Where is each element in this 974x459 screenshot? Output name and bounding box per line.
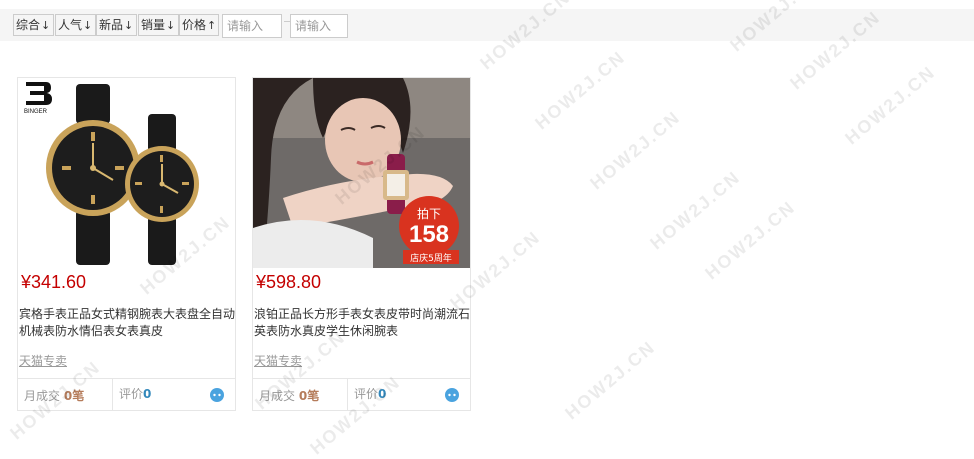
sort-label: 人气 (58, 18, 83, 32)
badge-bottom-text: 店庆5周年 (410, 252, 452, 264)
product-price: ¥341.60 (21, 272, 87, 292)
monthly-sales-value: 0笔 (298, 389, 320, 403)
wangwang-chat-icon[interactable] (444, 387, 460, 406)
product-price: ¥598.80 (256, 272, 322, 292)
watermark: HOW2J.CN (841, 61, 940, 149)
review-count[interactable]: 评价0 (112, 379, 151, 410)
shop-link[interactable]: 天猫专卖 (19, 352, 67, 369)
sort-label: 价格 (182, 18, 207, 32)
badge-top-text: 拍下 (417, 206, 441, 221)
watermark: HOW2J.CN (531, 46, 630, 134)
sort-label: 综合 (16, 18, 41, 32)
wangwang-chat-icon[interactable] (209, 387, 225, 406)
sort-popularity-button[interactable]: 人气↓ (55, 14, 96, 36)
badge-price-text: 158 (409, 221, 449, 248)
arrow-down-icon: ↓ (124, 19, 134, 32)
product-title-link[interactable]: 浪铂正品长方形手表女表皮带时尚潮流石英表防水真皮学生休闲腕表 (254, 306, 471, 340)
sort-sales-button[interactable]: 销量↓ (138, 14, 179, 36)
sort-price-button[interactable]: 价格↑ (179, 14, 219, 36)
sort-newest-button[interactable]: 新品↓ (96, 14, 137, 36)
review-label: 评价 (119, 387, 144, 401)
watermark: HOW2J.CN (586, 106, 685, 194)
promo-badge: 拍下 158 店庆5周年 (399, 196, 459, 264)
arrow-up-icon: ↑ (207, 19, 217, 32)
watermark: HOW2J.CN (701, 196, 800, 284)
watermark: HOW2J.CN (561, 336, 660, 424)
arrow-down-icon: ↓ (41, 19, 51, 32)
sort-label: 新品 (99, 18, 124, 32)
watermark: HOW2J.CN (646, 166, 745, 254)
min-price-input[interactable] (222, 14, 282, 38)
sort-comprehensive-button[interactable]: 综合↓ (13, 14, 54, 36)
sort-label: 销量 (141, 18, 166, 32)
arrow-down-icon: ↓ (83, 19, 93, 32)
brand-logo-text: BINGER (24, 109, 48, 115)
review-value: 0 (143, 387, 152, 401)
max-price-input[interactable] (290, 14, 348, 38)
sort-bar: 综合↓ 人气↓ 新品↓ 销量↓ 价格↑ (0, 9, 974, 41)
product-title-link[interactable]: 宾格手表正品女式精钢腕表大表盘全自动机械表防水情侣表女表真皮 (19, 306, 236, 340)
arrow-down-icon: ↓ (166, 19, 176, 32)
product-card[interactable]: 拍下 158 店庆5周年 ¥598.80 浪铂正品长方形手表女表皮带时尚潮流石英… (252, 77, 471, 411)
